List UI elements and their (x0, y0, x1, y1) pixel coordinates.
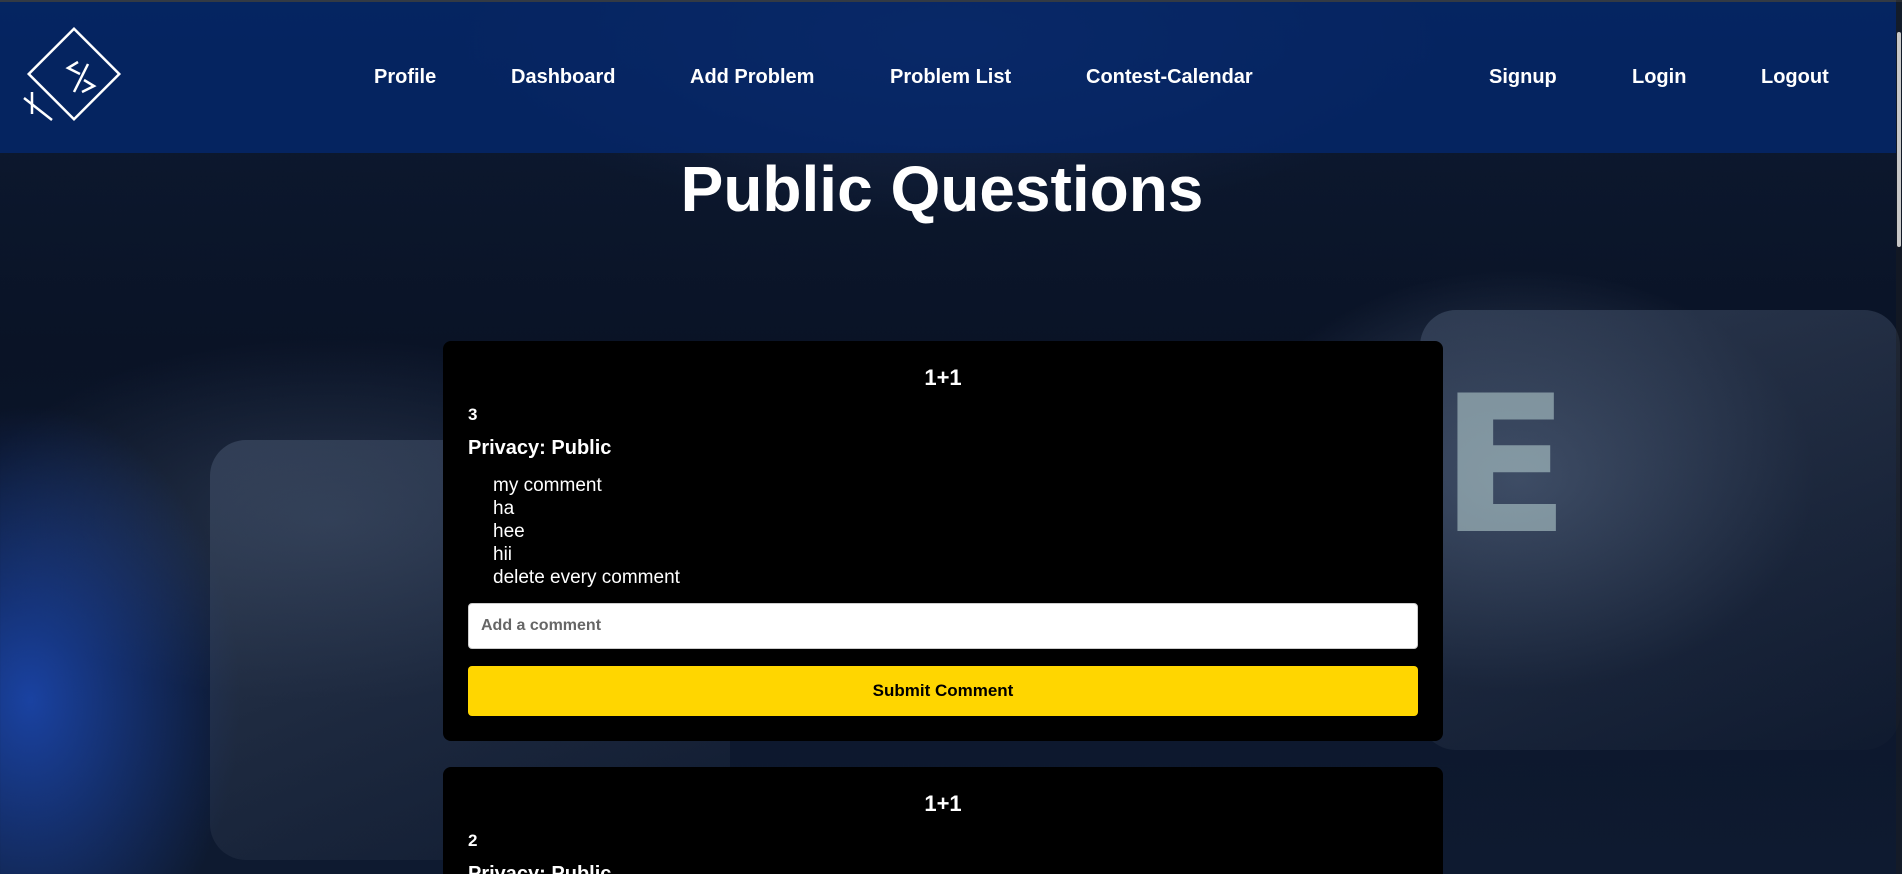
nav-signup-link[interactable]: Signup (1489, 66, 1557, 89)
privacy-value: Public (551, 437, 612, 459)
privacy-value: Public (551, 863, 612, 874)
comment-item: hii (493, 544, 513, 565)
comment-item: hee (493, 521, 525, 542)
nav-dashboard-link[interactable]: Dashboard (511, 66, 615, 89)
question-privacy: Privacy: Public (468, 863, 611, 874)
comment-item: my comment (493, 475, 602, 496)
submit-comment-button[interactable]: Submit Comment (468, 666, 1418, 716)
nav-logout-link[interactable]: Logout (1761, 66, 1829, 89)
background-key-letter-e: E (1440, 355, 1570, 576)
question-title: 1+1 (924, 791, 962, 816)
question-card: 1+1 2 Privacy: Public (443, 767, 1443, 874)
code-diamond-logo-icon[interactable] (18, 18, 130, 130)
comment-item: ha (493, 498, 515, 519)
nav-add-problem-link[interactable]: Add Problem (690, 66, 814, 89)
comment-list: my comment ha hee hii delete every comme… (493, 474, 680, 589)
page-scrollbar[interactable] (1896, 0, 1902, 874)
nav-login-link[interactable]: Login (1632, 66, 1686, 89)
nav-profile-link[interactable]: Profile (374, 66, 436, 89)
navbar: Profile Dashboard Add Problem Problem Li… (0, 2, 1896, 153)
question-description: 3 (468, 405, 478, 424)
page-title: Public Questions (680, 153, 1204, 225)
privacy-label: Privacy: (468, 863, 546, 874)
comment-item: delete every comment (493, 567, 680, 588)
question-description: 2 (468, 831, 478, 850)
nav-problem-list-link[interactable]: Problem List (890, 66, 1011, 89)
question-title: 1+1 (924, 365, 962, 390)
nav-contest-calendar-link[interactable]: Contest-Calendar (1086, 66, 1253, 89)
scrollbar-thumb[interactable] (1897, 32, 1901, 247)
question-card: 1+1 3 Privacy: Public my comment ha hee … (443, 341, 1443, 741)
comment-input[interactable] (468, 603, 1418, 649)
privacy-label: Privacy: (468, 437, 546, 459)
question-privacy: Privacy: Public (468, 437, 611, 460)
